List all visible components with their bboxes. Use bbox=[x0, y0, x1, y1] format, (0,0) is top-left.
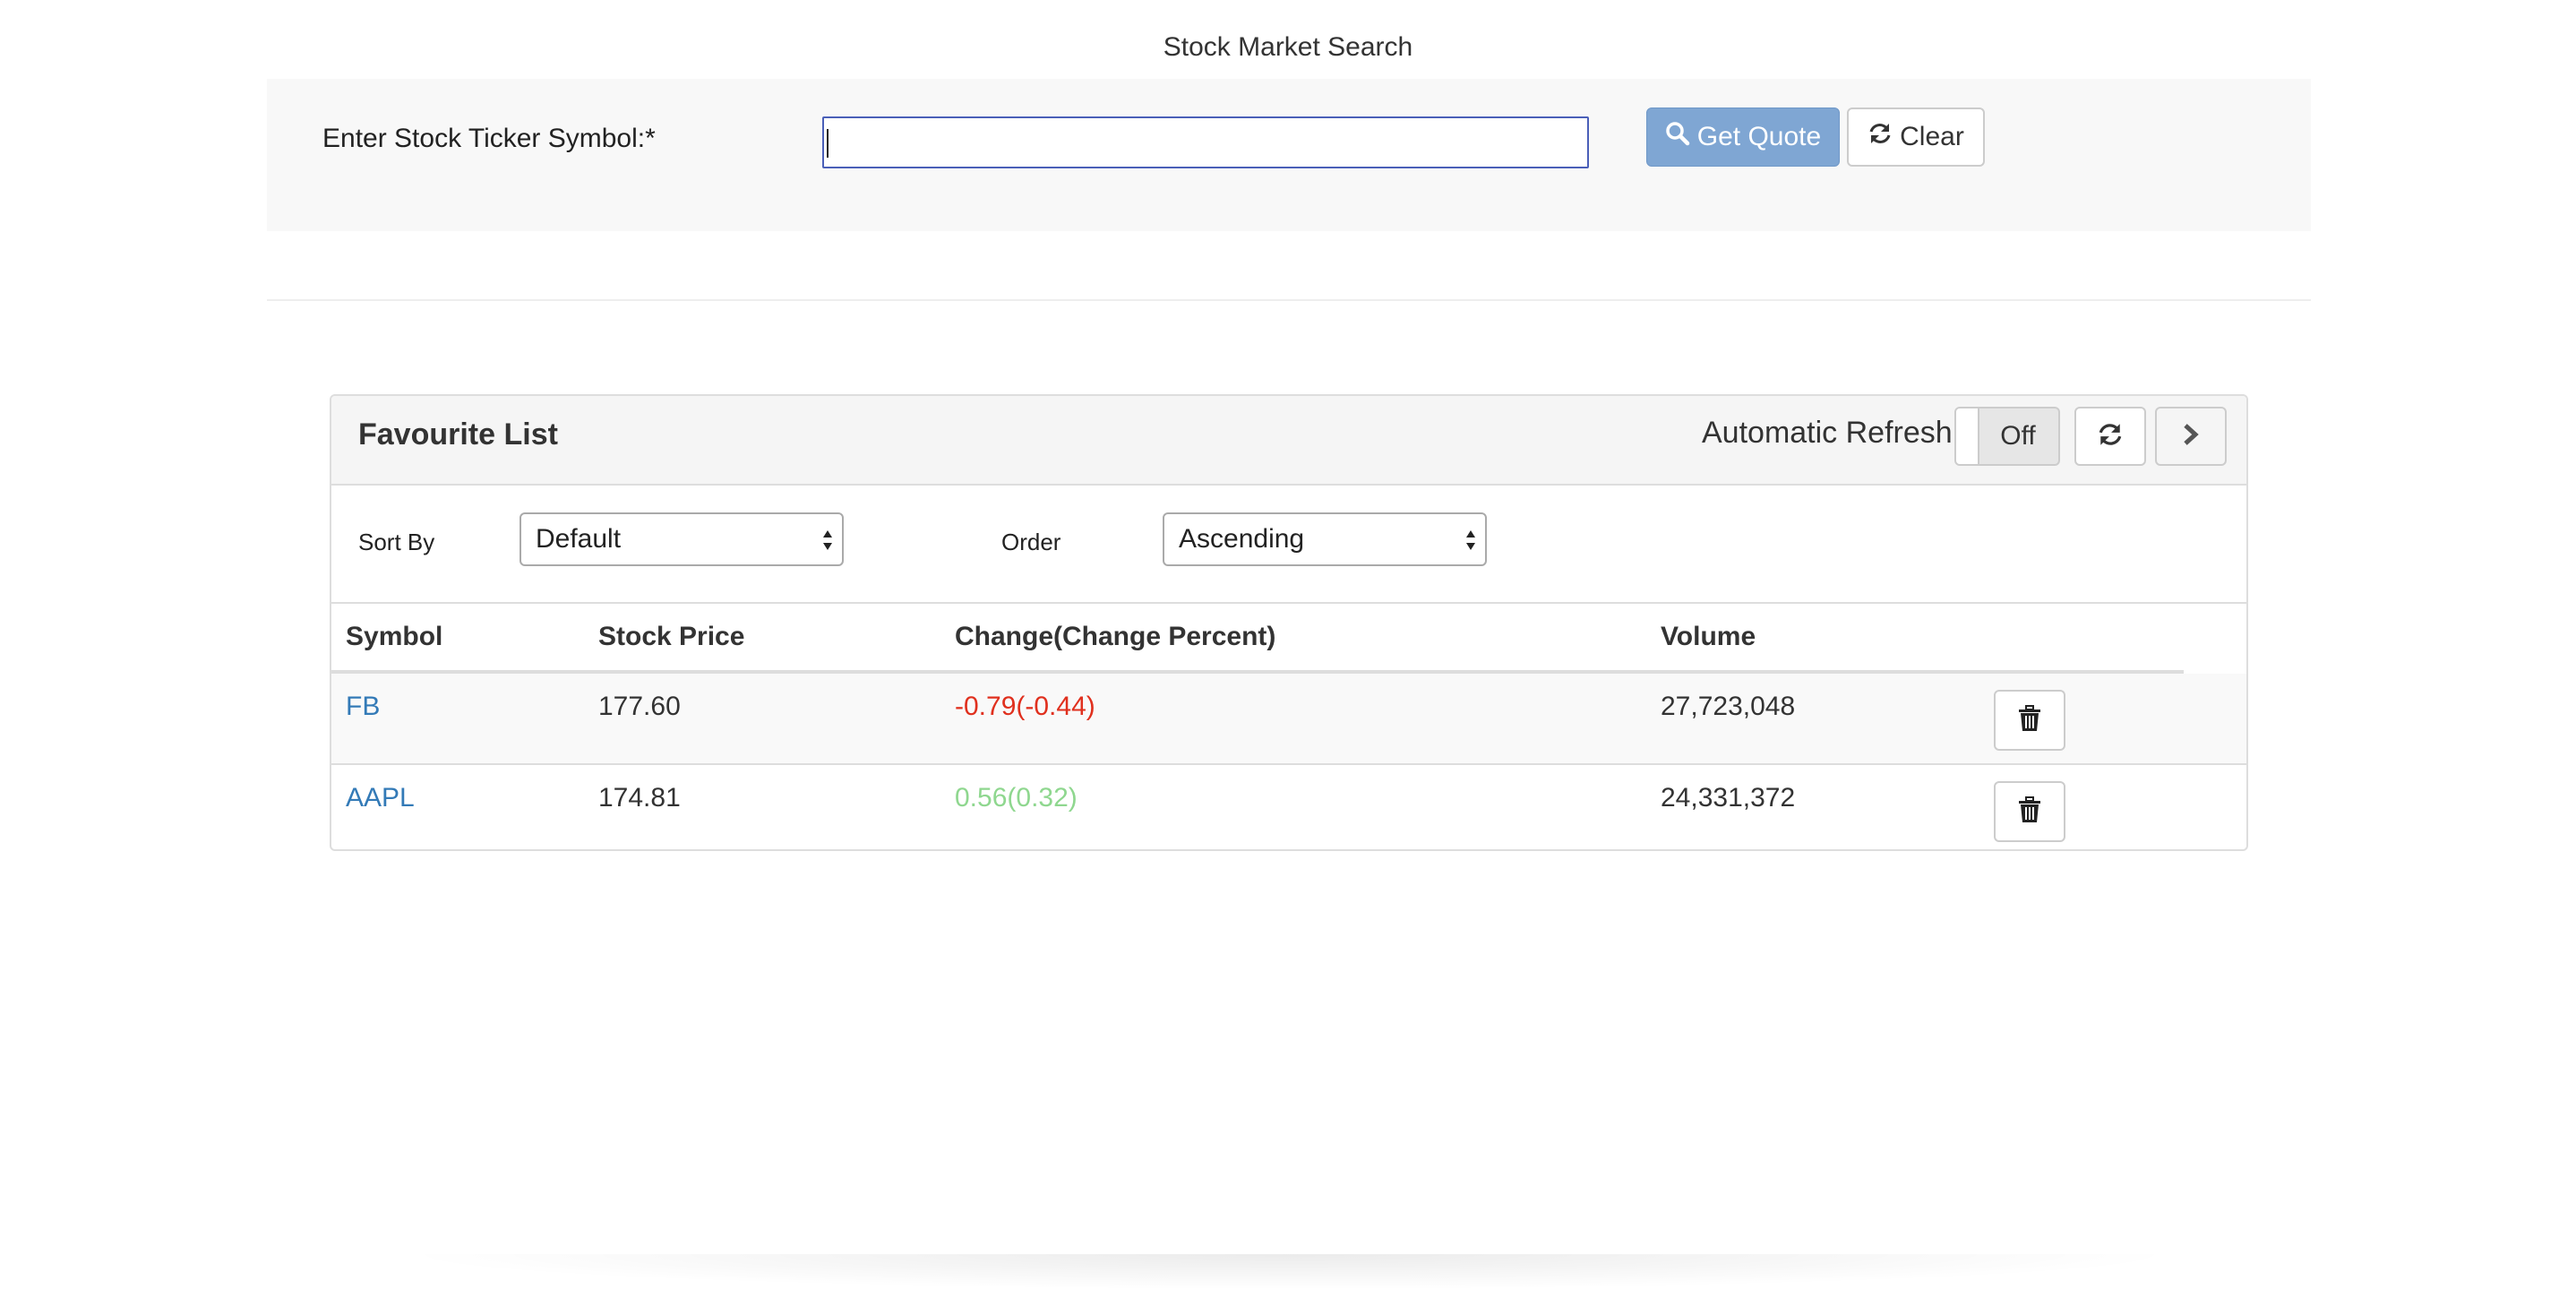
table-row: AAPL 174.81 0.56(0.32) 24,331,372 bbox=[331, 765, 2246, 849]
column-header-change: Change(Change Percent) bbox=[955, 622, 1276, 651]
bottom-shadow bbox=[394, 1254, 2185, 1290]
get-quote-label: Get Quote bbox=[1696, 122, 1822, 151]
select-arrows-icon bbox=[1466, 530, 1475, 550]
column-header-price: Stock Price bbox=[598, 622, 745, 651]
next-button[interactable] bbox=[2155, 407, 2227, 466]
get-quote-button[interactable]: Get Quote bbox=[1646, 108, 1840, 167]
table-top-border bbox=[331, 602, 2246, 604]
delete-button[interactable] bbox=[1994, 690, 2065, 751]
ticker-input[interactable] bbox=[822, 116, 1589, 168]
text-caret bbox=[827, 129, 829, 158]
order-select[interactable]: Ascending bbox=[1163, 512, 1487, 566]
symbol-link[interactable]: FB bbox=[346, 692, 380, 722]
auto-refresh-label: Automatic Refresh: bbox=[1702, 416, 1962, 450]
favourite-list-panel: Favourite List Automatic Refresh: Off So… bbox=[330, 394, 2248, 851]
stock-price: 174.81 bbox=[598, 783, 681, 813]
trash-icon bbox=[2018, 796, 2041, 828]
symbol-link[interactable]: AAPL bbox=[346, 783, 415, 813]
favourite-list-header: Favourite List Automatic Refresh: Off bbox=[331, 396, 2246, 486]
refresh-icon bbox=[1868, 121, 1893, 153]
delete-button[interactable] bbox=[1994, 781, 2065, 842]
sort-by-value: Default bbox=[536, 524, 622, 554]
sort-by-select[interactable]: Default bbox=[519, 512, 844, 566]
toggle-state-label: Off bbox=[2000, 421, 2036, 451]
trash-icon bbox=[2018, 704, 2041, 736]
table-row: FB 177.60 -0.79(-0.44) 27,723,048 bbox=[331, 674, 2246, 765]
order-label: Order bbox=[1001, 529, 1061, 555]
sort-by-label: Sort By bbox=[358, 529, 435, 555]
page-title: Stock Market Search bbox=[1163, 32, 1413, 62]
chevron-right-icon bbox=[2181, 422, 2201, 452]
select-arrows-icon bbox=[823, 530, 832, 550]
change-value: 0.56(0.32) bbox=[955, 783, 1078, 813]
volume-value: 27,723,048 bbox=[1661, 692, 1796, 721]
column-header-volume: Volume bbox=[1661, 622, 1756, 651]
clear-button[interactable]: Clear bbox=[1847, 108, 1985, 167]
change-value: -0.79(-0.44) bbox=[955, 692, 1095, 721]
search-icon bbox=[1665, 121, 1690, 153]
refresh-list-button[interactable] bbox=[2074, 407, 2146, 466]
search-panel: Enter Stock Ticker Symbol:* Get Quote Cl… bbox=[267, 79, 2311, 231]
toggle-knob bbox=[1956, 408, 1979, 464]
volume-value: 24,331,372 bbox=[1661, 783, 1796, 813]
column-header-symbol: Symbol bbox=[346, 622, 443, 651]
ticker-label: Enter Stock Ticker Symbol:* bbox=[322, 124, 656, 153]
stock-price: 177.60 bbox=[598, 692, 681, 721]
auto-refresh-toggle[interactable]: Off bbox=[1954, 407, 2060, 466]
clear-label: Clear bbox=[1900, 122, 1964, 151]
favourite-list-title: Favourite List bbox=[358, 417, 558, 452]
order-value: Ascending bbox=[1179, 524, 1305, 554]
section-divider bbox=[267, 299, 2311, 301]
refresh-icon bbox=[2097, 421, 2124, 452]
